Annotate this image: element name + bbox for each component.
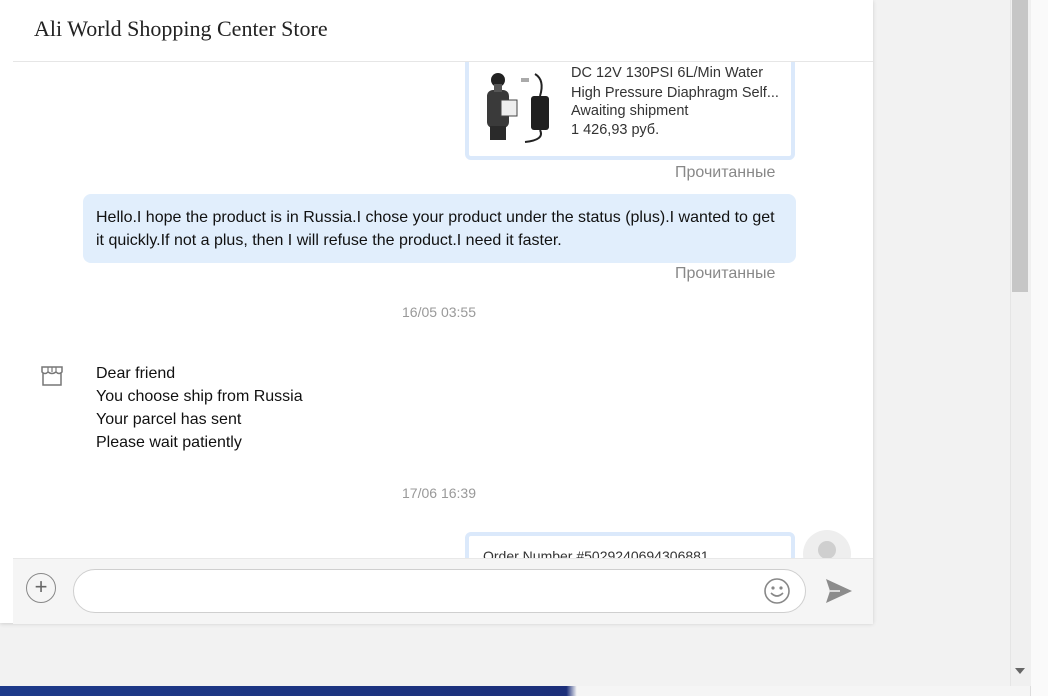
read-receipt: Прочитанные <box>675 265 776 282</box>
incoming-message: Dear friend You choose ship from Russia … <box>96 362 303 454</box>
window-edge <box>1030 0 1048 696</box>
product-price: 1 426,93 руб. <box>571 122 660 138</box>
message-timestamp: 17/06 16:39 <box>402 485 476 501</box>
send-icon[interactable] <box>824 577 854 605</box>
message-timestamp: 16/05 03:55 <box>402 304 476 320</box>
user-silhouette-icon <box>818 541 836 558</box>
user-avatar <box>803 530 851 558</box>
desktop-taskbar <box>0 686 1030 696</box>
message-input[interactable] <box>73 569 806 613</box>
scrollbar-thumb[interactable] <box>1012 0 1028 292</box>
product-status: Awaiting shipment <box>571 103 689 119</box>
product-card[interactable]: DC 12V 130PSI 6L/Min Water High Pressure… <box>465 62 795 160</box>
incoming-line: Your parcel has sent <box>96 411 242 428</box>
order-number: Order Number #5029240694306881 <box>483 548 709 558</box>
scroll-down-arrow-icon[interactable] <box>1015 668 1025 674</box>
smiley-icon[interactable] <box>763 577 791 605</box>
store-title: Ali World Shopping Center Store <box>34 16 328 41</box>
product-name[interactable]: DC 12V 130PSI 6L/Min Water High Pressure… <box>571 64 783 103</box>
message-list[interactable]: DC 12V 130PSI 6L/Min Water High Pressure… <box>13 62 873 558</box>
input-bar: + <box>13 558 873 624</box>
water-pump-image <box>487 73 549 143</box>
read-receipt: Прочитанные <box>675 164 776 181</box>
order-card[interactable]: Order Number #5029240694306881 <box>465 532 795 558</box>
chat-window: Ali World Shopping Center Store DC 12V 1… <box>0 0 873 624</box>
page-scrollbar[interactable] <box>1010 0 1031 686</box>
store-icon <box>41 366 63 386</box>
incoming-line: Please wait patiently <box>96 434 242 451</box>
chat-header: Ali World Shopping Center Store <box>13 0 873 62</box>
outgoing-message: Hello.I hope the product is in Russia.I … <box>83 194 796 263</box>
incoming-line: Dear friend <box>96 365 176 382</box>
incoming-line: You choose ship from Russia <box>96 388 303 405</box>
add-attachment-button[interactable]: + <box>26 573 56 603</box>
